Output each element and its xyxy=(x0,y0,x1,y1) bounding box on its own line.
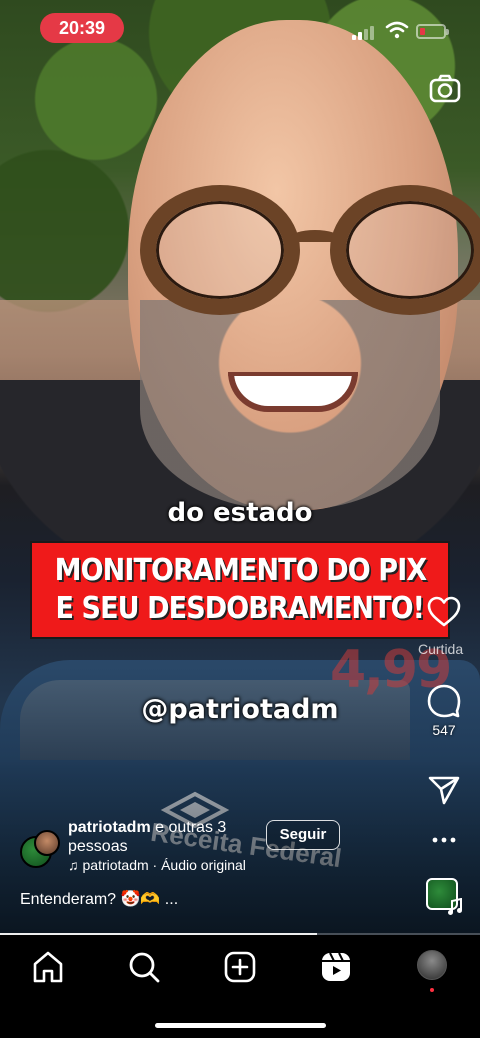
home-icon[interactable] xyxy=(30,949,66,985)
search-icon[interactable] xyxy=(126,949,162,985)
reels-icon[interactable] xyxy=(318,949,354,985)
video-handle-overlay: @patriotadm xyxy=(141,694,339,725)
like-button[interactable] xyxy=(416,596,472,628)
author-username[interactable]: patriotadm xyxy=(68,819,151,836)
more-icon xyxy=(432,837,456,843)
avatar xyxy=(34,830,60,856)
create-icon[interactable] xyxy=(222,949,258,985)
author-avatars[interactable] xyxy=(20,830,60,870)
post-description[interactable]: Entenderam? 🤡🫶 ... xyxy=(20,889,178,909)
author-names[interactable]: patriotadm e outras 3 pessoas xyxy=(68,818,268,856)
video-caption: do estado xyxy=(167,498,313,528)
audio-track[interactable]: ♫ patriotadm · Áudio original xyxy=(68,857,246,873)
notification-dot xyxy=(430,988,434,992)
status-time: 20:39 xyxy=(40,13,124,43)
comment-button[interactable]: 547 xyxy=(416,684,472,738)
wifi-icon xyxy=(385,21,409,39)
like-label: Curtida xyxy=(418,641,464,657)
send-icon xyxy=(428,776,460,805)
heart-icon xyxy=(427,596,461,627)
reel-video[interactable]: 4,99 Receita Federal xyxy=(0,0,480,935)
camera-icon[interactable] xyxy=(428,72,462,106)
presenter-smile xyxy=(228,372,358,412)
audio-label: patriotadm · Áudio original xyxy=(82,857,246,873)
banner-line-1: MONITORAMENTO DO PIX xyxy=(54,553,427,588)
comment-icon xyxy=(427,684,461,718)
music-note-icon: ♫ xyxy=(68,857,79,873)
follow-button[interactable]: Seguir xyxy=(266,820,340,850)
more-options-button[interactable] xyxy=(416,836,472,844)
music-note-icon xyxy=(448,898,462,915)
home-indicator[interactable] xyxy=(155,1023,326,1028)
cellular-signal-icon xyxy=(352,24,376,40)
presenter-glasses xyxy=(140,185,480,325)
battery-icon xyxy=(416,24,449,39)
banner-line-2: E SEU DESDOBRAMENTO! xyxy=(55,591,425,626)
profile-avatar[interactable] xyxy=(417,950,447,980)
comment-count: 547 xyxy=(432,722,456,738)
share-button[interactable] xyxy=(416,775,472,805)
video-title-banner: MONITORAMENTO DO PIX E SEU DESDOBRAMENTO… xyxy=(30,541,450,639)
